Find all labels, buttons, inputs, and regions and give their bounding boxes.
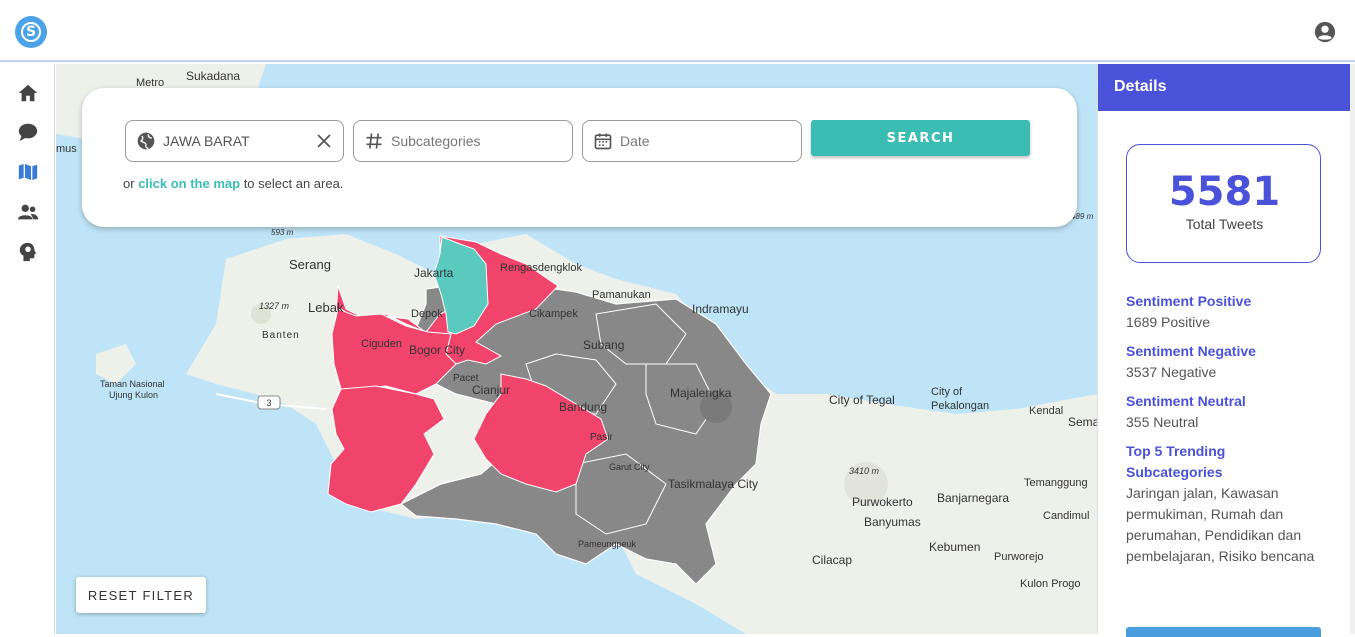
map-label: Banjarnegara bbox=[937, 491, 1009, 505]
map-label: Pasir bbox=[590, 432, 613, 443]
map-label: 3410 m bbox=[849, 466, 880, 476]
map-label: Kebumen bbox=[929, 540, 980, 554]
map-label: Banyumas bbox=[864, 515, 921, 529]
map-label: Pameungpeuk bbox=[578, 539, 637, 549]
subcategories-placeholder: Subcategories bbox=[391, 133, 481, 149]
map-label: Cilacap bbox=[812, 553, 852, 567]
map-label: 593 m bbox=[271, 228, 294, 237]
trending-value: Jaringan jalan, Kawasan permukiman, Ruma… bbox=[1126, 485, 1315, 564]
map-label: Jakarta bbox=[414, 266, 454, 280]
map-label: Cikampek bbox=[529, 308, 578, 320]
map-label: Pekalongan bbox=[931, 400, 989, 412]
details-action-button[interactable] bbox=[1126, 627, 1321, 637]
map-label: Kendal bbox=[1029, 405, 1063, 417]
map-label: 1327 m bbox=[259, 301, 290, 311]
sentiment-positive-title: Sentiment Positive bbox=[1126, 293, 1252, 309]
small-island bbox=[96, 344, 136, 384]
road-number: 3 bbox=[266, 398, 271, 408]
search-button[interactable]: SEARCH bbox=[811, 120, 1030, 156]
map-label: Rengasdengklok bbox=[500, 262, 582, 274]
map-label: Temanggung bbox=[1024, 477, 1088, 489]
search-panel: JAWA BARAT Subcategories Date SEARCH or … bbox=[82, 88, 1077, 227]
sentiment-positive-value: 1689 Positive bbox=[1126, 314, 1211, 330]
map-label: Depok bbox=[411, 308, 443, 320]
date-placeholder: Date bbox=[620, 133, 650, 149]
map-label: Lebak bbox=[308, 300, 344, 315]
total-tweets-card: 5581 Total Tweets bbox=[1126, 144, 1321, 263]
logo-letter: S bbox=[21, 22, 41, 42]
scrollbar[interactable] bbox=[1350, 64, 1355, 634]
hint-prefix: or bbox=[123, 176, 135, 191]
map-label: Garut City bbox=[609, 462, 650, 472]
details-panel: Details 5581 Total Tweets Sentiment Posi… bbox=[1097, 64, 1351, 637]
home-icon[interactable] bbox=[17, 82, 39, 104]
map-label: mus bbox=[56, 143, 77, 155]
map-label: Ciguden bbox=[361, 338, 402, 350]
map-label: City of Tegal bbox=[829, 393, 895, 407]
total-tweets-value: 5581 bbox=[1168, 169, 1281, 215]
hashtag-icon bbox=[366, 133, 382, 149]
globe-icon bbox=[137, 132, 155, 150]
people-icon[interactable] bbox=[17, 201, 39, 223]
sentiment-negative-value: 3537 Negative bbox=[1126, 364, 1217, 380]
calendar-icon bbox=[594, 133, 612, 150]
details-title: Details bbox=[1098, 64, 1351, 111]
map-label: Ujung Kulon bbox=[109, 390, 158, 400]
reset-filter-button[interactable]: RESET FILTER bbox=[76, 577, 206, 613]
map-label: Bandung bbox=[559, 400, 607, 414]
brain-icon[interactable] bbox=[17, 241, 39, 263]
map-label: Sukadana bbox=[186, 69, 240, 83]
click-map-link[interactable]: click on the map bbox=[138, 176, 240, 191]
map-hint: or click on the map to select an area. bbox=[123, 176, 343, 191]
map-label: Serang bbox=[289, 257, 331, 272]
map-label: Pamanukan bbox=[592, 289, 651, 301]
map-label: Majalengka bbox=[670, 386, 732, 400]
map-label: Sema bbox=[1068, 415, 1097, 429]
close-icon[interactable] bbox=[315, 132, 333, 150]
sentiment-neutral-value: 355 Neutral bbox=[1126, 414, 1199, 430]
map-label: Purworejo bbox=[994, 551, 1044, 563]
top-bar: S bbox=[0, 0, 1355, 62]
trending-title: Top 5 Trending Subcategories bbox=[1126, 443, 1226, 480]
map-label: Subang bbox=[583, 338, 624, 352]
region-value: JAWA BARAT bbox=[163, 133, 250, 149]
region-field[interactable]: JAWA BARAT bbox=[125, 120, 344, 162]
sentiment-neutral-title: Sentiment Neutral bbox=[1126, 393, 1246, 409]
date-field[interactable]: Date bbox=[582, 120, 802, 162]
subcategories-field[interactable]: Subcategories bbox=[353, 120, 573, 162]
map-label: Purwokerto bbox=[852, 495, 913, 509]
sidebar bbox=[0, 64, 55, 634]
map-icon[interactable] bbox=[17, 161, 39, 183]
map-label: Tasikmalaya City bbox=[668, 477, 758, 491]
account-icon[interactable] bbox=[1314, 21, 1336, 43]
map-label: Banten bbox=[262, 330, 300, 341]
map-label: Bogor City bbox=[409, 343, 465, 357]
app-logo[interactable]: S bbox=[15, 16, 47, 48]
sentiment-negative-title: Sentiment Negative bbox=[1126, 343, 1256, 359]
map-label: Cianjur bbox=[472, 383, 510, 397]
map-label: Indramayu bbox=[692, 302, 749, 316]
map-label: Candimul bbox=[1043, 510, 1089, 522]
map-label: City of bbox=[931, 386, 963, 398]
map-label: Kulon Progo bbox=[1020, 578, 1081, 590]
total-tweets-label: Total Tweets bbox=[1185, 216, 1264, 232]
chat-icon[interactable] bbox=[17, 121, 39, 143]
map-label: Taman Nasional bbox=[100, 379, 165, 389]
hint-suffix: to select an area. bbox=[243, 176, 344, 191]
